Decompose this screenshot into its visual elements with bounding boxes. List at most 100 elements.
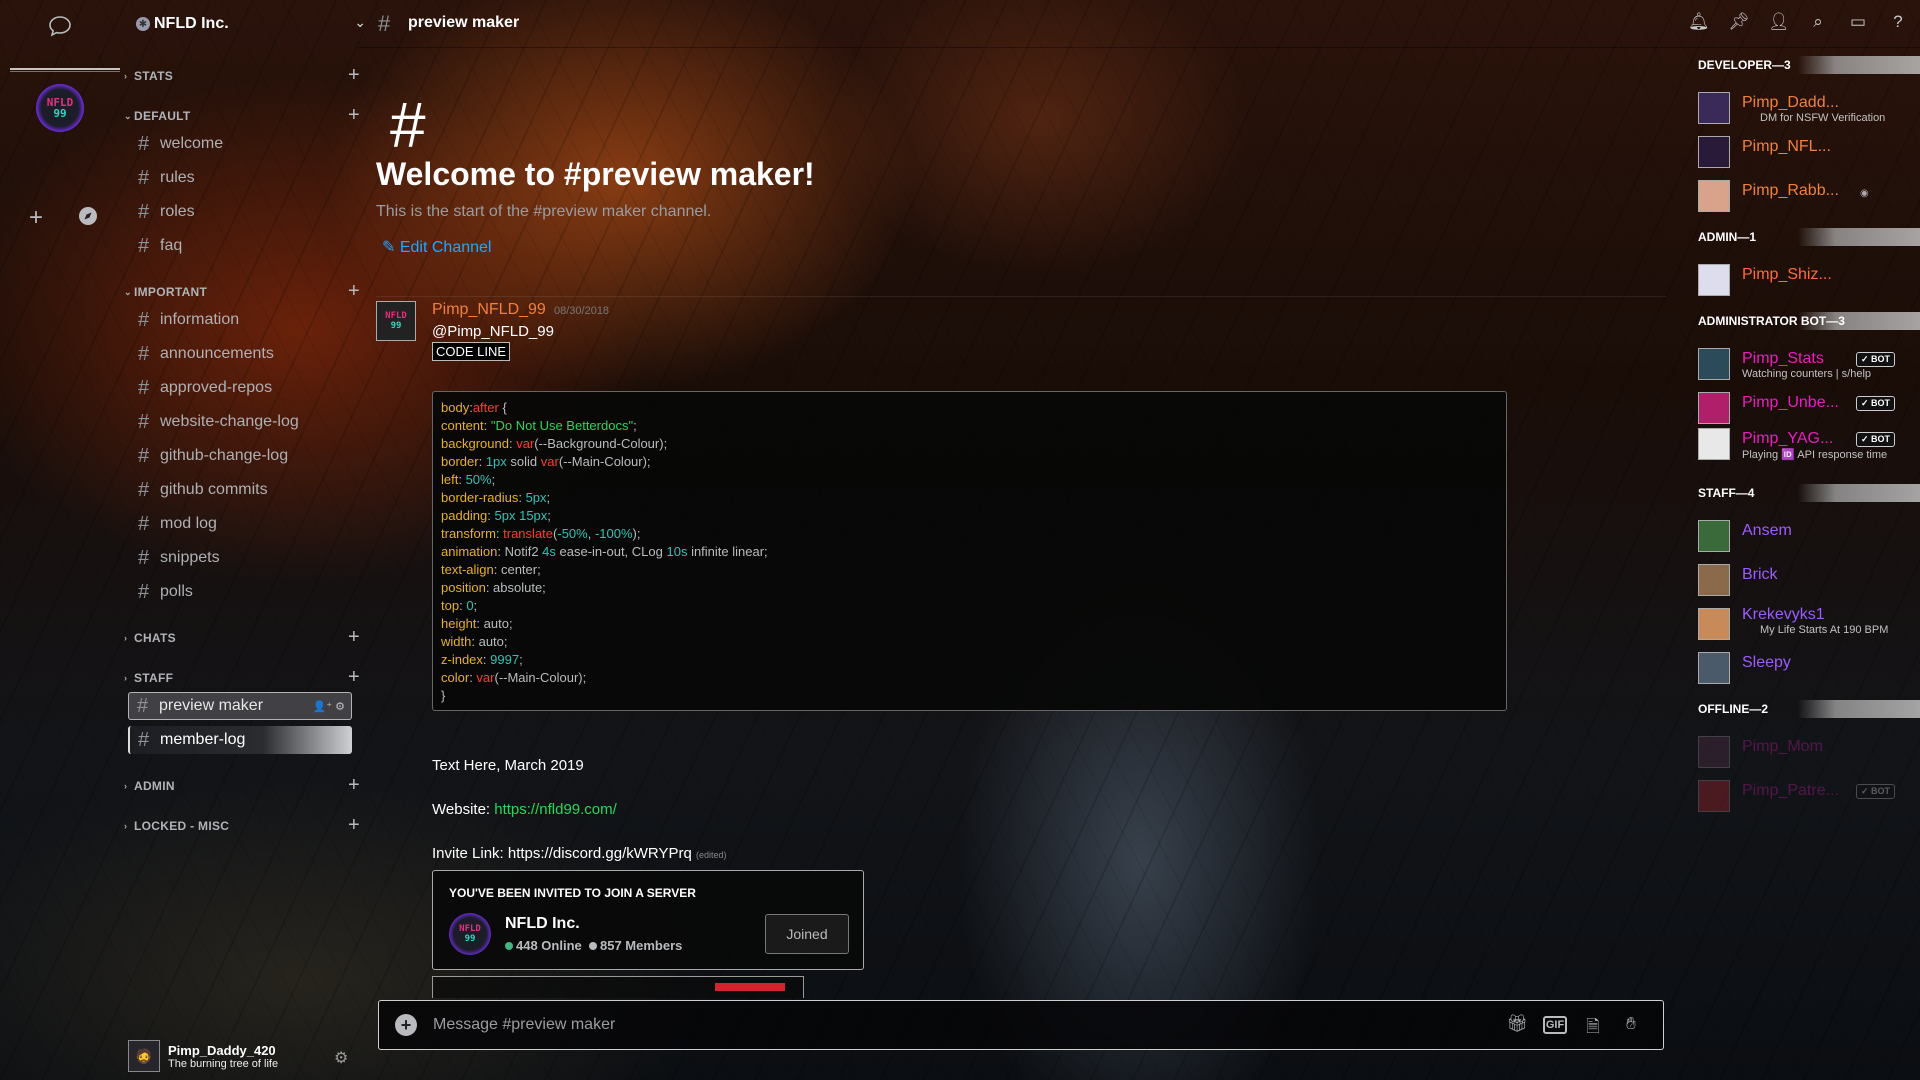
category-stats[interactable]: › STATS + [124,64,360,86]
category-chats[interactable]: › CHATS + [124,626,360,648]
direct-messages-icon[interactable] [48,15,72,37]
notification-bell-icon[interactable]: 🔔︎ [1688,12,1710,34]
channel-welcome[interactable]: # welcome [130,130,352,158]
user-mention[interactable]: @Pimp_NFLD_99 [432,323,554,340]
add-server-icon[interactable]: + [24,206,48,230]
channel-github-commits[interactable]: # github commits [130,476,352,504]
explore-servers-icon[interactable] [76,206,100,230]
role-group-header: OFFLINE—2 [1698,700,1920,718]
bot-badge: ✓ BOT [1856,396,1896,411]
member-name: Pimp_NFL... [1742,138,1831,155]
member-status: Watching counters | s/help [1742,368,1872,380]
member-item[interactable]: Pimp_Stats ✓ BOT Watching counters | s/hel… [1698,346,1920,382]
hash-icon: # [138,444,150,467]
member-list: DEVELOPER—3 Pimp_Dadd... DM for NSFW Veri… [1686,48,1920,1080]
member-list-icon[interactable]: 👤︎ [1768,12,1790,34]
joined-button[interactable]: Joined [765,914,849,954]
server-icon-text-line2: 99 [464,934,476,944]
channel-rules[interactable]: # rules [130,164,352,192]
hash-icon: # [137,694,149,717]
member-item[interactable]: Pimp_Patre... ✓ BOT [1698,778,1920,814]
channel-announcements[interactable]: # announcements [130,340,352,368]
category-locked-misc[interactable]: › LOCKED - MISC + [124,814,360,836]
channel-roles[interactable]: # roles [130,198,352,226]
upload-plus-icon[interactable]: + [395,1014,417,1036]
server-header[interactable]: ✱ NFLD Inc. ⌄ [136,12,366,36]
search-icon[interactable]: ⌕ [1808,12,1828,34]
chevron-right-icon: › [124,673,128,683]
member-item[interactable]: Pimp_NFL... [1698,134,1920,170]
member-item[interactable]: Pimp_YAG... ✓ BOT Playing 🆔 API response t… [1698,426,1920,462]
chevron-right-icon: › [124,821,128,831]
member-name: Pimp_Mom [1742,738,1823,755]
message-input[interactable] [433,1011,1433,1039]
member-item[interactable]: Pimp_Mom [1698,734,1920,770]
channel-label: website-change-log [160,413,299,430]
channel-preview-maker[interactable]: # preview maker 👤⁺ ⚙ [128,692,352,720]
inbox-icon[interactable]: ▭ [1848,12,1868,34]
category-label: CHATS [134,631,176,645]
avatar[interactable]: NFLD 99 [376,301,416,341]
invite-link-text[interactable]: Invite Link: https://discord.gg/kWRYPrq [432,845,692,862]
avatar [1698,564,1730,596]
online-dot-icon [505,942,513,950]
channel-faq[interactable]: # faq [130,232,352,260]
bot-badge: ✓ BOT [1856,784,1896,799]
member-status: Playing 🆔 API response time [1742,449,1888,461]
emoji-icon[interactable]: ✋︎ [1619,1014,1643,1036]
channel-website-change-log[interactable]: # website-change-log [130,408,352,436]
channel-label: polls [160,583,193,600]
embed-banner [715,983,785,991]
status-activity-icon: ◉ [1860,188,1869,199]
member-item[interactable]: Krekevyks1 My Life Starts At 190 BPM [1698,606,1920,642]
member-name: Pimp_Patre... [1742,782,1839,799]
channel-information[interactable]: # information [130,306,352,334]
topbar-icons: 🔔︎ 📌︎ 👤︎ ⌕ ▭ ? [1688,12,1908,34]
channel-label: github commits [160,481,268,498]
category-default[interactable]: ⌄ DEFAULT + [124,104,360,126]
avatar [1698,780,1730,812]
member-item[interactable]: Ansem [1698,518,1920,554]
channel-label: roles [160,203,195,220]
user-panel[interactable]: 🧔 Pimp_Daddy_420 The burning tree of lif… [128,1036,368,1076]
member-item[interactable]: Pimp_Dadd... DM for NSFW Verification [1698,90,1920,126]
avatar [1698,348,1730,380]
user-settings-gear-icon[interactable]: ⚙ [334,1048,348,1068]
invite-icon[interactable]: 👤⁺ [313,701,333,713]
sticker-icon[interactable]: 🗎 [1581,1014,1605,1036]
channel-member-log[interactable]: # member-log [128,726,352,754]
help-icon[interactable]: ? [1888,12,1908,34]
channel-polls[interactable]: # polls [130,578,352,606]
category-important[interactable]: ⌄ IMPORTANT + [124,280,360,302]
avatar [1698,180,1730,212]
channel-github-change-log[interactable]: # github-change-log [130,442,352,470]
role-group-header: STAFF—4 [1698,484,1920,502]
invite-label: YOU'VE BEEN INVITED TO JOIN A SERVER [449,886,696,900]
member-item[interactable]: Brick [1698,562,1920,598]
edit-channel-link[interactable]: ✎ Edit Channel [382,237,491,257]
category-admin[interactable]: › ADMIN + [124,774,360,796]
pin-icon[interactable]: 📌︎ [1728,12,1750,34]
channel-label: preview maker [159,697,264,714]
avatar [1698,264,1730,296]
welcome-hash-icon: # [390,89,426,161]
avatar[interactable]: 🧔 [128,1040,160,1072]
member-item[interactable]: Pimp_Shiz... [1698,262,1920,298]
category-staff[interactable]: › STAFF + [124,666,360,688]
channel-approved-repos[interactable]: # approved-repos [130,374,352,402]
member-item[interactable]: Pimp_Rabb... ◉ [1698,178,1920,214]
server-icon-nfld[interactable]: NFLD 99 [36,84,84,132]
channel-snippets[interactable]: # snippets [130,544,352,572]
gear-icon[interactable]: ⚙ [335,701,345,713]
gif-icon[interactable]: GIF [1543,1016,1567,1034]
avatar [1698,392,1730,424]
member-item[interactable]: Pimp_Unbe... ✓ BOT [1698,390,1920,426]
member-item[interactable]: Sleepy [1698,650,1920,686]
channel-mod-log[interactable]: # mod log [130,510,352,538]
chevron-right-icon: › [124,633,128,643]
category-label: LOCKED - MISC [134,819,230,833]
website-link[interactable]: https://nfld99.com/ [494,801,617,818]
welcome-subtitle: This is the start of the #preview maker … [376,203,712,220]
message-author[interactable]: Pimp_NFLD_99 [432,301,546,319]
gift-icon[interactable]: 🎁︎ [1505,1014,1529,1036]
